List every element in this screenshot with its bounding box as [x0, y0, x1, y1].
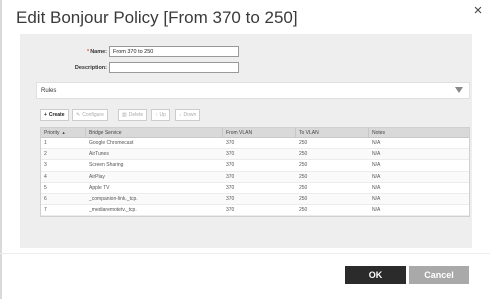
create-button[interactable]: + Create — [40, 109, 69, 121]
rules-table: Priority ▲ Bridge Service From VLAN To VL… — [40, 127, 470, 218]
table-row[interactable]: 6 _companion-link._tcp. 370 250 N/A — [41, 193, 469, 206]
column-header-notes[interactable]: Notes — [369, 128, 470, 137]
column-header-priority-text: Priority — [44, 130, 60, 136]
description-label: Description: — [74, 65, 107, 71]
chevron-down-icon[interactable] — [455, 87, 463, 93]
form-panel: *Name: Description: Rules +Create ✎Confi… — [20, 34, 472, 248]
up-button[interactable]: ↑ Up — [151, 109, 170, 121]
plus-icon: + — [44, 112, 47, 118]
cell-from-vlan: 370 — [226, 162, 235, 169]
cell-from-vlan: 370 — [226, 195, 235, 202]
table-row[interactable]: 3 Screen Sharing 370 250 N/A — [41, 160, 469, 172]
sort-ascending-icon: ▲ — [61, 130, 66, 135]
cell-bridge-service: _companion-link._tcp. — [89, 195, 138, 202]
cell-bridge-service: Apple TV — [89, 184, 110, 191]
cell-priority: 1 — [44, 140, 47, 146]
cell-priority: 4 — [44, 173, 47, 180]
cell-from-vlan: 370 — [226, 173, 235, 180]
table-row[interactable]: 7 _mediaremotetv._tcp. 370 250 N/A — [41, 205, 469, 217]
cell-notes: N/A — [372, 140, 381, 146]
description-field[interactable] — [109, 62, 239, 73]
pencil-icon: ✎ — [76, 112, 81, 118]
cell-bridge-service: Screen Sharing — [89, 162, 124, 169]
name-label-text: Name: — [90, 49, 107, 55]
cell-priority: 5 — [44, 184, 47, 191]
table-row[interactable]: 2 AirTunes 370 250 N/A — [41, 149, 469, 161]
rules-section-header[interactable]: Rules — [36, 82, 470, 99]
name-label: *Name: — [87, 49, 107, 55]
column-header-priority[interactable]: Priority ▲ — [41, 128, 86, 137]
up-label: Up — [159, 112, 166, 118]
dialog-title: Edit Bonjour Policy [From 370 to 250] — [16, 8, 298, 27]
arrow-up-icon: ↑ — [155, 112, 158, 118]
cell-notes: N/A — [372, 173, 381, 180]
cell-notes: N/A — [372, 195, 381, 202]
name-row: *Name: — [20, 46, 107, 58]
cell-notes: N/A — [372, 151, 381, 158]
down-button[interactable]: ↓ Down — [175, 109, 201, 121]
delete-label: Delete — [128, 112, 144, 118]
cell-bridge-service: AirTunes — [89, 151, 109, 158]
ok-button[interactable]: OK — [345, 266, 406, 284]
create-label: Create — [48, 112, 65, 118]
left-edge-border — [0, 0, 2, 299]
cell-to-vlan: 250 — [299, 140, 308, 146]
column-header-from-vlan[interactable]: From VLAN — [223, 128, 296, 137]
cell-priority: 3 — [44, 162, 47, 169]
cell-from-vlan: 370 — [226, 151, 235, 158]
column-header-bridge-service[interactable]: Bridge Service — [86, 128, 223, 137]
configure-label: Configure — [82, 112, 104, 118]
cell-to-vlan: 250 — [299, 151, 308, 158]
table-row[interactable]: 4 AirPlay 370 250 N/A — [41, 171, 469, 183]
required-marker: * — [87, 49, 90, 55]
column-header-to-vlan[interactable]: To VLAN — [296, 128, 369, 137]
cell-priority: 7 — [44, 207, 47, 214]
close-icon[interactable]: × — [470, 3, 486, 19]
table-header: Priority ▲ Bridge Service From VLAN To VL… — [41, 128, 469, 138]
cell-to-vlan: 250 — [299, 184, 308, 191]
cell-notes: N/A — [372, 207, 381, 214]
edit-bonjour-policy-dialog: Edit Bonjour Policy [From 370 to 250] × … — [0, 0, 490, 299]
cell-to-vlan: 250 — [299, 162, 308, 169]
cell-bridge-service: _mediaremotetv._tcp. — [89, 207, 137, 214]
cell-from-vlan: 370 — [226, 184, 235, 191]
cell-priority: 2 — [44, 151, 47, 158]
cell-bridge-service: Google Chromecast — [89, 140, 134, 146]
arrow-down-icon: ↓ — [179, 112, 182, 118]
trash-icon: ▥ — [122, 112, 127, 118]
cell-bridge-service: AirPlay — [89, 173, 105, 180]
cell-to-vlan: 250 — [299, 195, 308, 202]
footer-divider — [0, 253, 490, 254]
configure-button[interactable]: ✎ Configure — [72, 109, 108, 121]
table-row[interactable]: 5 Apple TV 370 250 N/A — [41, 183, 469, 194]
cancel-button[interactable]: Cancel — [409, 266, 469, 284]
rules-label: Rules — [41, 88, 57, 94]
delete-button[interactable]: ▥ Delete — [118, 109, 148, 121]
cell-notes: N/A — [372, 184, 381, 191]
cell-to-vlan: 250 — [299, 173, 308, 180]
down-label: Down — [183, 112, 197, 118]
description-row: Description: — [20, 62, 107, 74]
cell-from-vlan: 370 — [226, 140, 235, 146]
name-field[interactable] — [109, 46, 239, 57]
cell-to-vlan: 250 — [299, 207, 308, 214]
cell-notes: N/A — [372, 162, 381, 169]
table-row[interactable]: 1 Google Chromecast 370 250 N/A — [41, 138, 469, 150]
cell-priority: 6 — [44, 195, 47, 202]
cell-from-vlan: 370 — [226, 207, 235, 214]
